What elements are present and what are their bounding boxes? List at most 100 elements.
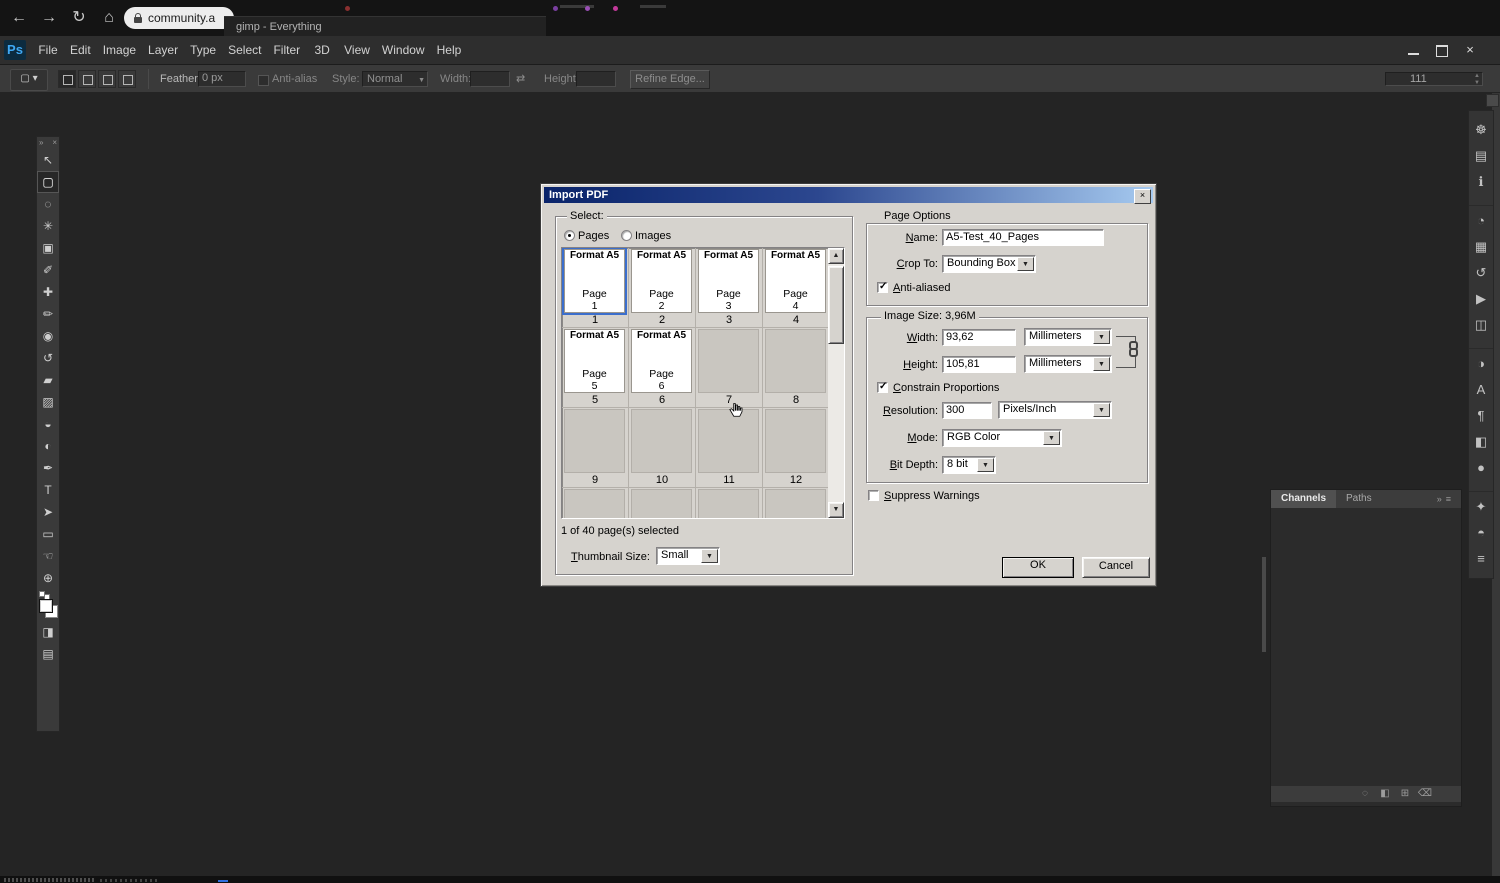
swatches-panel-icon[interactable]: ▤: [1469, 143, 1493, 169]
back-icon[interactable]: ←: [8, 7, 30, 29]
swap-dimensions-icon[interactable]: ⇄: [516, 74, 525, 85]
images-radio[interactable]: [621, 230, 632, 241]
panel-collapse-icon[interactable]: »: [1437, 494, 1446, 504]
dodge-tool[interactable]: ◐: [37, 435, 59, 457]
clone-source-panel-icon[interactable]: ≡: [1469, 546, 1493, 572]
bit-depth-dropdown[interactable]: 8 bit ▼: [942, 456, 996, 474]
menu-select[interactable]: Select: [222, 36, 267, 64]
dock-collapse-button[interactable]: [1486, 94, 1499, 107]
scroll-down-button[interactable]: ▼: [828, 502, 844, 518]
pdf-page-cell-4[interactable]: Format A5Page44: [763, 248, 830, 328]
path-selection-tool[interactable]: ➤: [37, 501, 59, 523]
delete-channel-button[interactable]: ⌫: [1415, 786, 1435, 802]
scroll-up-button[interactable]: ▲: [828, 248, 844, 264]
eyedropper-tool[interactable]: ✐: [37, 259, 59, 281]
pen-tool[interactable]: ✒: [37, 457, 59, 479]
suppress-warnings-checkbox[interactable]: [868, 490, 879, 501]
histogram-panel-icon[interactable]: ◔: [1469, 205, 1493, 234]
pdf-page-cell-14[interactable]: [629, 488, 696, 519]
brush-presets-panel-icon[interactable]: ◓: [1469, 520, 1493, 546]
intersect-selection-mode-button[interactable]: [118, 70, 136, 88]
color-swatches[interactable]: [37, 591, 59, 621]
anti-aliased-checkbox[interactable]: [877, 282, 888, 293]
width-input[interactable]: 93,62: [942, 329, 1016, 346]
forward-icon[interactable]: →: [38, 7, 60, 29]
paths-panel-icon[interactable]: ✦: [1469, 491, 1493, 520]
pdf-page-cell-7[interactable]: 7: [696, 328, 763, 408]
gradient-tool[interactable]: ▨: [37, 391, 59, 413]
menu-type[interactable]: Type: [184, 36, 222, 64]
scrollbar[interactable]: [1262, 557, 1266, 652]
healing-brush-tool[interactable]: ✚: [37, 281, 59, 303]
dialog-close-button[interactable]: ×: [1134, 189, 1151, 204]
minimize-button[interactable]: [1404, 42, 1424, 58]
constrain-proportions-checkbox[interactable]: [877, 382, 888, 393]
panel-menu-icon[interactable]: ≡: [1446, 494, 1455, 504]
anti-alias-checkbox[interactable]: [258, 75, 269, 86]
crop-tool[interactable]: ▣: [37, 237, 59, 259]
paragraph-panel-icon[interactable]: ¶: [1469, 403, 1493, 429]
stepper-icon[interactable]: ▲▼: [1474, 73, 1480, 87]
menu-window[interactable]: Window: [376, 36, 431, 64]
rectangle-tool[interactable]: ▭: [37, 523, 59, 545]
menu-view[interactable]: View: [338, 36, 376, 64]
home-icon[interactable]: ⌂: [98, 7, 120, 29]
browser-tab[interactable]: gimp - Everything: [224, 16, 546, 36]
history-panel-icon[interactable]: ↺: [1469, 260, 1493, 286]
pdf-page-cell-15[interactable]: [696, 488, 763, 519]
address-bar[interactable]: community.a: [124, 7, 234, 29]
feather-input[interactable]: 0 px: [198, 71, 246, 87]
eraser-tool[interactable]: ▰: [37, 369, 59, 391]
refresh-icon[interactable]: ↻: [68, 7, 90, 29]
height-input[interactable]: 105,81: [942, 356, 1016, 373]
quick-mask-button[interactable]: ◨: [37, 621, 59, 643]
clone-stamp-tool[interactable]: ◉: [37, 325, 59, 347]
ok-button[interactable]: OK: [1002, 557, 1074, 578]
pdf-page-cell-1[interactable]: Format A5Page11: [562, 248, 629, 328]
channels-panel-icon[interactable]: ●: [1469, 455, 1493, 481]
cancel-button[interactable]: Cancel: [1082, 557, 1150, 578]
adjustments-panel-icon[interactable]: ◑: [1469, 348, 1493, 377]
maximize-button[interactable]: [1432, 42, 1452, 58]
load-channel-as-selection-button[interactable]: ◌: [1355, 786, 1375, 802]
navigator-panel-icon[interactable]: ☸: [1469, 117, 1493, 143]
pdf-page-cell-12[interactable]: 12: [763, 408, 830, 488]
rectangular-marquee-tool[interactable]: ▢: [37, 171, 59, 193]
mode-dropdown[interactable]: RGB Color ▼: [942, 429, 1062, 447]
height-input[interactable]: [576, 71, 616, 87]
pdf-page-cell-5[interactable]: Format A5Page55: [562, 328, 629, 408]
scrollbar-thumb[interactable]: [828, 266, 844, 344]
menu-help[interactable]: Help: [431, 36, 468, 64]
layers-panel-icon[interactable]: ◧: [1469, 429, 1493, 455]
screen-mode-button[interactable]: ▤: [37, 643, 59, 665]
type-tool[interactable]: T: [37, 479, 59, 501]
magic-wand-tool[interactable]: ✳: [37, 215, 59, 237]
foreground-color-swatch[interactable]: [39, 599, 53, 613]
subtract-from-selection-mode-button[interactable]: [98, 70, 116, 88]
lasso-tool[interactable]: ◌: [37, 193, 59, 215]
width-unit-dropdown[interactable]: Millimeters ▼: [1024, 328, 1112, 346]
properties-panel-icon[interactable]: ◫: [1469, 312, 1493, 338]
tab-channels[interactable]: Channels: [1271, 490, 1336, 508]
collapse-icon[interactable]: »: [39, 137, 43, 149]
pdf-page-cell-2[interactable]: Format A5Page22: [629, 248, 696, 328]
dialog-title-bar[interactable]: Import PDF: [544, 187, 1153, 203]
name-input[interactable]: A5-Test_40_Pages: [942, 229, 1104, 246]
actions-panel-icon[interactable]: ▶: [1469, 286, 1493, 312]
crop-to-dropdown[interactable]: Bounding Box ▼: [942, 255, 1036, 273]
info-panel-icon[interactable]: ℹ: [1469, 169, 1493, 195]
resolution-unit-dropdown[interactable]: Pixels/Inch ▼: [998, 401, 1112, 419]
pdf-page-cell-13[interactable]: [562, 488, 629, 519]
blur-tool[interactable]: ◒: [37, 413, 59, 435]
thumbnail-size-dropdown[interactable]: Small ▼: [656, 547, 720, 565]
move-tool[interactable]: ↖: [37, 149, 59, 171]
character-panel-icon[interactable]: A: [1469, 377, 1493, 403]
pdf-page-cell-6[interactable]: Format A5Page66: [629, 328, 696, 408]
height-unit-dropdown[interactable]: Millimeters ▼: [1024, 355, 1112, 373]
width-input[interactable]: [470, 71, 510, 87]
color-panel-icon[interactable]: ▦: [1469, 234, 1493, 260]
close-icon[interactable]: ×: [52, 137, 57, 149]
pdf-page-cell-10[interactable]: 10: [629, 408, 696, 488]
save-selection-as-channel-button[interactable]: ◧: [1375, 786, 1395, 802]
zoom-tool[interactable]: ⊕: [37, 567, 59, 589]
